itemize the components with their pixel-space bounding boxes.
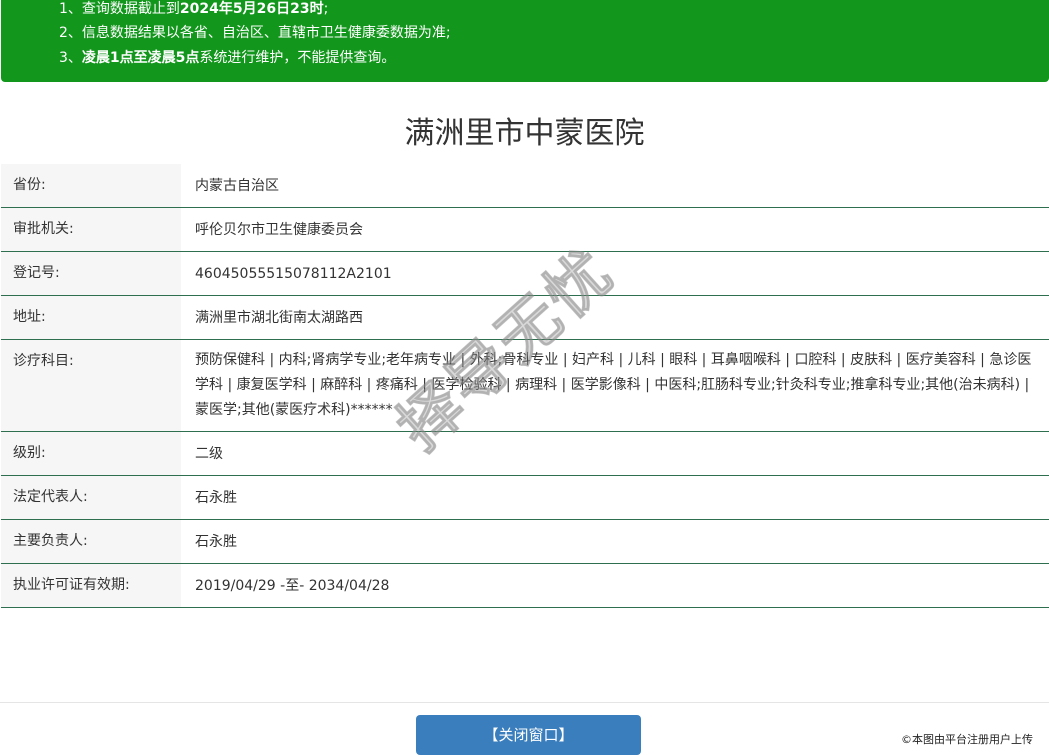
row-license-validity: 执业许可证有效期: 2019/04/29 -至- 2034/04/28 bbox=[1, 564, 1049, 608]
footer-divider bbox=[0, 702, 1049, 703]
row-principal: 主要负责人: 石永胜 bbox=[1, 520, 1049, 564]
notice-line-3-suffix: 系统进行维护，不能提供查询。 bbox=[199, 50, 396, 66]
row-label: 级别: bbox=[1, 432, 181, 475]
row-departments: 诊疗科目: 预防保健科 | 内科;肾病学专业;老年病专业 | 外科;骨科专业 |… bbox=[1, 340, 1049, 432]
row-label: 地址: bbox=[1, 296, 181, 339]
row-value: 满洲里市湖北街南太湖路西 bbox=[195, 310, 363, 326]
row-value: 46045055515078112A2101 bbox=[195, 266, 392, 282]
row-legal-representative: 法定代表人: 石永胜 bbox=[1, 476, 1049, 520]
row-label: 执业许可证有效期: bbox=[1, 564, 181, 607]
copyright-note: ©本图由平台注册用户上传 bbox=[901, 733, 1033, 746]
row-value: 二级 bbox=[195, 446, 223, 462]
notice-line-3: 3、凌晨1点至凌晨5点系统进行维护，不能提供查询。 bbox=[59, 47, 395, 67]
page-title: 满洲里市中蒙医院 bbox=[404, 116, 645, 151]
row-label: 登记号: bbox=[1, 252, 181, 295]
notice-line-3-hours: 凌晨1点至凌晨5点 bbox=[81, 50, 200, 66]
row-value: 2019/04/29 -至- 2034/04/28 bbox=[195, 578, 390, 594]
row-value: 预防保健科 | 内科;肾病学专业;老年病专业 | 外科;骨科专业 | 妇产科 |… bbox=[195, 352, 1032, 418]
row-value: 内蒙古自治区 bbox=[195, 178, 279, 194]
row-address: 地址: 满洲里市湖北街南太湖路西 bbox=[1, 296, 1049, 340]
close-window-button[interactable]: 【关闭窗口】 bbox=[416, 715, 641, 755]
info-table: 省份: 内蒙古自治区 审批机关: 呼伦贝尔市卫生健康委员会 登记号: 46045… bbox=[1, 164, 1049, 608]
row-label: 诊疗科目: bbox=[1, 340, 181, 431]
row-label: 法定代表人: bbox=[1, 476, 181, 519]
notice-line-2: 2、信息数据结果以各省、自治区、直辖市卫生健康委数据为准; bbox=[59, 25, 451, 41]
notice-banner: 1、查询数据截止到2024年5月26日23时; 2、信息数据结果以各省、自治区、… bbox=[1, 0, 1049, 82]
row-province: 省份: 内蒙古自治区 bbox=[1, 164, 1049, 208]
row-label: 审批机关: bbox=[1, 208, 181, 251]
row-label: 省份: bbox=[1, 164, 181, 207]
row-label: 主要负责人: bbox=[1, 520, 181, 563]
notice-line-1-prefix: 1、查询数据截止到 bbox=[59, 1, 180, 17]
notice-line-1: 1、查询数据截止到2024年5月26日23时; bbox=[59, 0, 328, 18]
row-level: 级别: 二级 bbox=[1, 432, 1049, 476]
row-value: 呼伦贝尔市卫生健康委员会 bbox=[195, 222, 363, 238]
row-registration-number: 登记号: 46045055515078112A2101 bbox=[1, 252, 1049, 296]
row-value: 石永胜 bbox=[195, 490, 237, 506]
row-approval-authority: 审批机关: 呼伦贝尔市卫生健康委员会 bbox=[1, 208, 1049, 252]
notice-line-3-prefix: 3、 bbox=[59, 50, 82, 66]
notice-line-1-date: 2024年5月26日23时 bbox=[179, 1, 324, 17]
notice-line-1-suffix: ; bbox=[323, 1, 329, 17]
row-value: 石永胜 bbox=[195, 534, 237, 550]
